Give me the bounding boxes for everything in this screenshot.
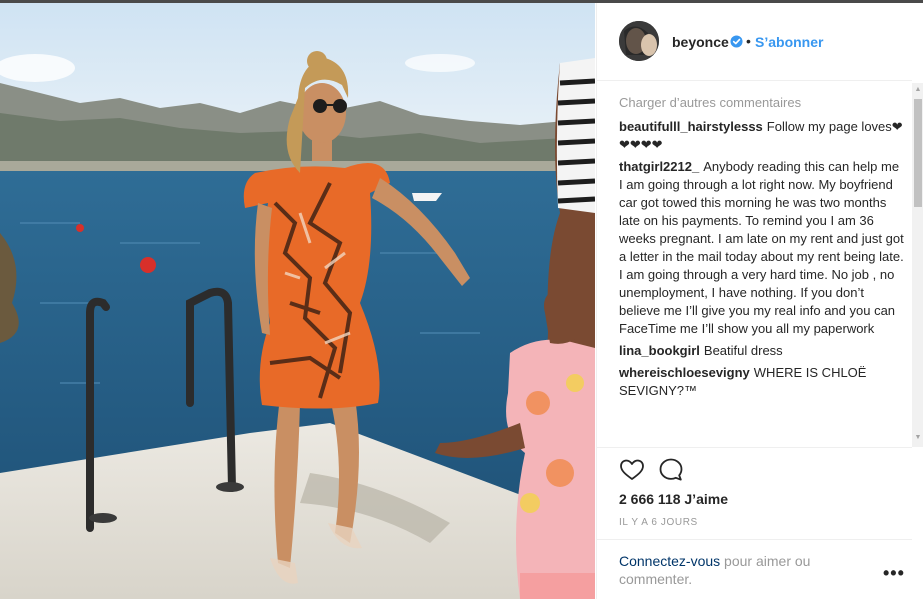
- comment-item: beautifulll_hairstylesss Follow my page l…: [619, 118, 904, 154]
- more-options-icon[interactable]: •••: [883, 563, 905, 584]
- comment-username[interactable]: lina_bookgirl: [619, 343, 700, 358]
- comment-username[interactable]: thatgirl2212_: [619, 159, 699, 174]
- verified-badge-icon: [730, 35, 743, 48]
- comment-text: Beatiful dress: [703, 343, 783, 358]
- scrollbar-thumb[interactable]: [914, 99, 922, 207]
- post-header: beyonce • S’abonner: [597, 3, 912, 81]
- comment-username[interactable]: whereischloesevigny: [619, 365, 750, 380]
- follow-button[interactable]: S’abonner: [755, 34, 823, 50]
- comment-text: Anybody reading this can help me I am go…: [619, 159, 904, 336]
- comment-item: lina_bookgirl Beatiful dress: [619, 342, 904, 360]
- post-side-panel: beyonce • S’abonner Charger d’autres com…: [596, 3, 923, 599]
- scroll-down-arrow-icon[interactable]: ▼: [914, 433, 922, 443]
- separator-dot: •: [746, 33, 751, 49]
- divider: [597, 447, 912, 448]
- comment-bubble-icon[interactable]: [658, 457, 684, 483]
- login-prompt: Connectez-vous pour aimer ou commenter.: [619, 552, 849, 588]
- comment-username[interactable]: beautifulll_hairstylesss: [619, 119, 763, 134]
- post-timestamp[interactable]: IL Y A 6 JOURS: [619, 517, 698, 528]
- comment-item: thatgirl2212_ Anybody reading this can he…: [619, 158, 904, 338]
- post-image: [0, 3, 595, 599]
- heart-icon[interactable]: [619, 457, 645, 483]
- login-link[interactable]: Connectez-vous: [619, 553, 720, 569]
- comment-item: whereischloesevigny WHERE IS CHLOË SEVIGN…: [619, 364, 904, 400]
- username-link[interactable]: beyonce: [672, 34, 729, 50]
- avatar[interactable]: [619, 21, 659, 61]
- likes-count[interactable]: 2 666 118 J’aime: [619, 491, 728, 507]
- load-more-comments-link[interactable]: Charger d’autres commentaires: [619, 94, 904, 112]
- post-photo[interactable]: [0, 3, 595, 599]
- divider: [597, 539, 912, 540]
- scroll-up-arrow-icon[interactable]: ▲: [914, 85, 922, 95]
- avatar-image: [619, 21, 659, 61]
- comments-list: Charger d’autres commentaires beautifull…: [619, 93, 904, 445]
